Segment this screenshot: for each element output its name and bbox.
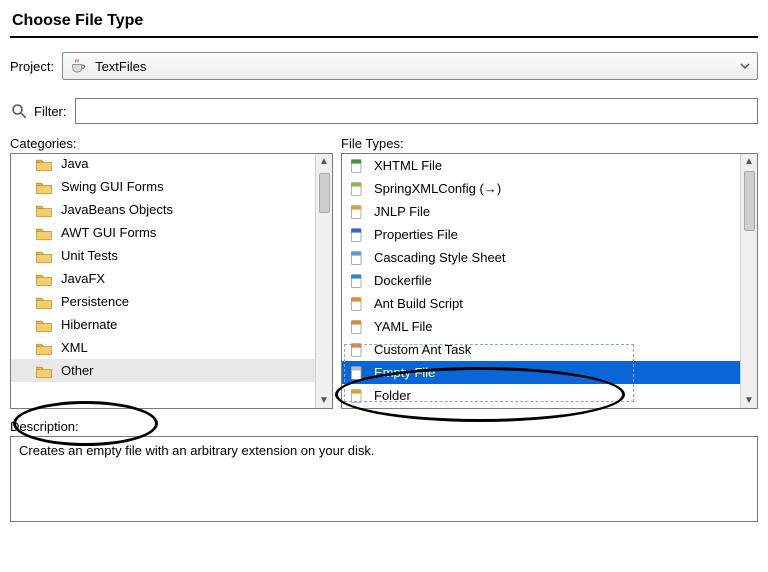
file-icon	[348, 157, 366, 175]
chevron-down-icon	[739, 60, 751, 72]
scrollbar[interactable]: ▲ ▼	[740, 154, 757, 408]
category-item[interactable]: JavaFX	[11, 267, 315, 290]
file-icon	[348, 180, 366, 198]
categories-label: Categories:	[10, 136, 333, 151]
category-label: Persistence	[61, 294, 129, 309]
scrollbar[interactable]: ▲ ▼	[315, 154, 332, 408]
filetype-label: Ant Build Script	[374, 296, 463, 311]
category-item[interactable]: Hibernate	[11, 313, 315, 336]
category-label: Hibernate	[61, 317, 117, 332]
scroll-up-icon[interactable]: ▲	[319, 154, 329, 169]
filetype-item[interactable]: Dockerfile	[342, 269, 740, 292]
file-icon	[348, 249, 366, 267]
folder-icon	[35, 271, 61, 287]
file-icon	[348, 272, 366, 290]
filetypes-label: File Types:	[341, 136, 758, 151]
folder-icon	[35, 294, 61, 310]
project-name: TextFiles	[95, 59, 146, 74]
filetype-label: Empty File	[374, 365, 435, 380]
folder-icon	[35, 202, 61, 218]
filetype-item[interactable]: Ant Build Script	[342, 292, 740, 315]
filetype-label: XHTML File	[374, 158, 442, 173]
category-label: AWT GUI Forms	[61, 225, 156, 240]
category-label: Other	[61, 363, 94, 378]
filter-label: Filter:	[34, 104, 67, 119]
description-box: Creates an empty file with an arbitrary …	[10, 436, 758, 522]
filetype-item-empty-file[interactable]: Empty File	[342, 361, 740, 384]
folder-icon	[35, 340, 61, 356]
filter-input[interactable]	[75, 98, 759, 124]
filetype-label: Dockerfile	[374, 273, 432, 288]
scroll-thumb[interactable]	[744, 171, 755, 231]
filetype-item[interactable]: Cascading Style Sheet	[342, 246, 740, 269]
folder-icon	[35, 225, 61, 241]
file-icon	[348, 318, 366, 336]
category-item[interactable]: Swing GUI Forms	[11, 175, 315, 198]
category-item[interactable]: Java	[11, 154, 315, 175]
filetype-item[interactable]: Properties File	[342, 223, 740, 246]
filetype-item[interactable]: XHTML File	[342, 154, 740, 177]
file-icon	[348, 295, 366, 313]
description-label: Description:	[10, 419, 758, 434]
scroll-up-icon[interactable]: ▲	[744, 154, 754, 169]
filetype-item[interactable]: JNLP File	[342, 200, 740, 223]
category-item[interactable]: Unit Tests	[11, 244, 315, 267]
project-dropdown[interactable]: TextFiles	[62, 52, 758, 80]
filetype-label: YAML File	[374, 319, 433, 334]
category-label: XML	[61, 340, 88, 355]
scroll-down-icon[interactable]: ▼	[319, 393, 329, 408]
scroll-down-icon[interactable]: ▼	[744, 393, 754, 408]
category-label: JavaFX	[61, 271, 105, 286]
file-icon	[348, 387, 366, 405]
filetype-label: Properties File	[374, 227, 458, 242]
category-item[interactable]: Persistence	[11, 290, 315, 313]
filetype-label: Folder	[374, 388, 411, 403]
filetype-label: JNLP File	[374, 204, 430, 219]
java-cup-icon	[69, 57, 87, 75]
category-label: Unit Tests	[61, 248, 118, 263]
scroll-thumb[interactable]	[319, 173, 330, 213]
category-item[interactable]: XML	[11, 336, 315, 359]
category-item[interactable]: JavaBeans Objects	[11, 198, 315, 221]
folder-icon	[35, 317, 61, 333]
filetype-item[interactable]: Folder	[342, 384, 740, 407]
file-icon	[348, 203, 366, 221]
filetype-label: Custom Ant Task	[374, 342, 471, 357]
file-icon	[348, 226, 366, 244]
categories-list[interactable]: Java Swing GUI Forms JavaBeans Objects AWT …	[10, 153, 333, 409]
search-icon	[10, 102, 34, 120]
filetype-item[interactable]: Custom Ant Task	[342, 338, 740, 361]
dialog-title: Choose File Type	[10, 8, 758, 38]
filetype-label: SpringXMLConfig (→)	[374, 181, 501, 196]
filetype-item[interactable]: YAML File	[342, 315, 740, 338]
category-item[interactable]: AWT GUI Forms	[11, 221, 315, 244]
project-label: Project:	[10, 59, 54, 74]
folder-icon	[35, 248, 61, 264]
folder-icon	[35, 156, 61, 172]
folder-icon	[35, 179, 61, 195]
category-item-other[interactable]: Other	[11, 359, 315, 382]
category-label: JavaBeans Objects	[61, 202, 173, 217]
filetype-label: Cascading Style Sheet	[374, 250, 506, 265]
category-label: Java	[61, 156, 88, 171]
filetypes-list[interactable]: XHTML File SpringXMLConfig (→) JNLP File Pr…	[341, 153, 758, 409]
file-icon	[348, 341, 366, 359]
filetype-item[interactable]: SpringXMLConfig (→)	[342, 177, 740, 200]
folder-icon	[35, 363, 61, 379]
category-label: Swing GUI Forms	[61, 179, 164, 194]
file-icon	[348, 364, 366, 382]
description-text: Creates an empty file with an arbitrary …	[19, 443, 375, 458]
